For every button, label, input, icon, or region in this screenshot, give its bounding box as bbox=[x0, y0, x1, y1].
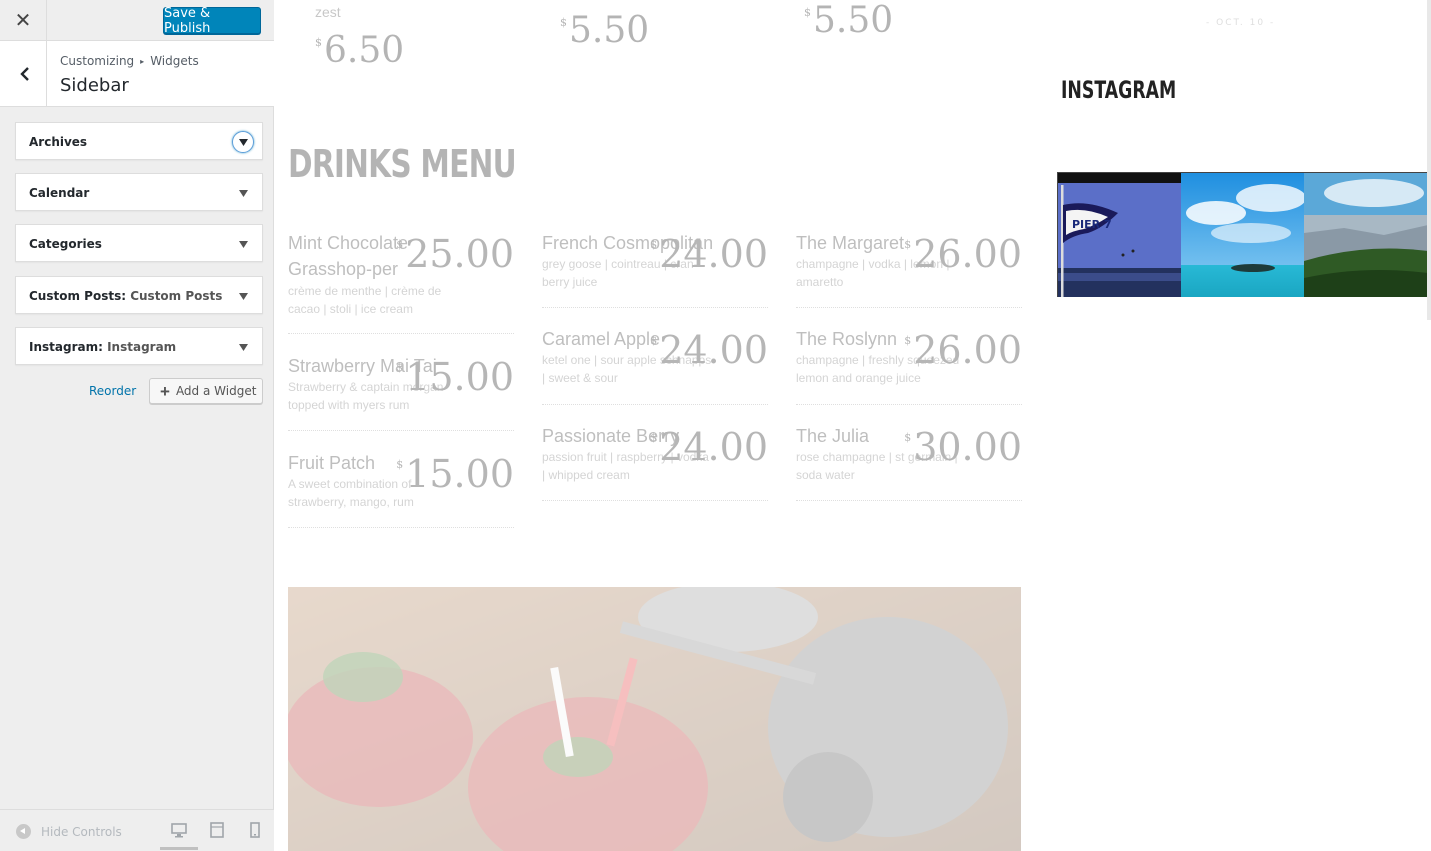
collapse-arrow-icon bbox=[16, 824, 31, 839]
add-widget-label: Add a Widget bbox=[175, 384, 257, 398]
preview-scrollbar[interactable] bbox=[1427, 0, 1431, 320]
item-price: $24.00 bbox=[650, 328, 768, 372]
widget-instagram[interactable]: Instagram: Instagram bbox=[15, 327, 263, 365]
section-header: Customizing ▸ Widgets Sidebar bbox=[0, 41, 274, 107]
widget-custom-posts[interactable]: Custom Posts: Custom Posts bbox=[15, 276, 263, 314]
menu-item: French Cosmopolitan grey goose | cointre… bbox=[542, 230, 768, 308]
menu-item: The Margaret champagne | vodka | lemon |… bbox=[796, 230, 1022, 308]
flag-text: PIER 7 bbox=[1072, 218, 1112, 231]
desktop-preview-icon[interactable] bbox=[171, 822, 187, 838]
item-price: $6.50 bbox=[315, 30, 405, 71]
instagram-photo[interactable] bbox=[1304, 173, 1427, 297]
hide-controls-label: Hide Controls bbox=[41, 824, 122, 839]
item-price: $30.00 bbox=[904, 425, 1022, 469]
widget-title: Categories bbox=[29, 237, 102, 251]
customizer-panel: ✕ Save & Publish Customizing ▸ Widgets S… bbox=[0, 0, 274, 851]
menu-item: Mint Chocolate Grasshop-per crème de men… bbox=[288, 230, 514, 334]
hide-controls-button[interactable]: Hide Controls bbox=[16, 824, 122, 839]
customizer-footer: Hide Controls bbox=[0, 809, 274, 851]
tablet-preview-icon[interactable] bbox=[209, 822, 225, 838]
expand-toggle-icon[interactable] bbox=[232, 131, 254, 153]
item-price: $5.50 bbox=[804, 0, 894, 41]
instagram-title: INSTAGRAM bbox=[1061, 76, 1177, 104]
menu-item: Fruit Patch A sweet combination of straw… bbox=[288, 450, 514, 528]
customizer-window: ✕ Save & Publish Customizing ▸ Widgets S… bbox=[0, 0, 1431, 851]
instagram-photo[interactable]: PIER 7 bbox=[1058, 173, 1181, 297]
widget-title: Instagram: Instagram bbox=[29, 340, 176, 354]
item-desc: zest bbox=[315, 4, 341, 20]
add-widget-button[interactable]: + Add a Widget bbox=[149, 378, 263, 404]
item-price: $25.00 bbox=[396, 232, 514, 276]
instagram-grid: PIER 7 bbox=[1057, 172, 1428, 297]
section-title: Sidebar bbox=[60, 75, 129, 96]
site-preview: zest $6.50 $5.50 $5.50 DRINKS MENU Mint … bbox=[274, 0, 1431, 851]
item-price: $26.00 bbox=[904, 328, 1022, 372]
widget-type: Custom Posts: bbox=[29, 289, 127, 303]
menu-item: The Julia rose champagne | st germain | … bbox=[796, 423, 1022, 501]
item-price: $24.00 bbox=[650, 232, 768, 276]
drinks-menu-title: DRINKS MENU bbox=[288, 142, 517, 186]
menu-item: The Roslynn champagne | freshly squeezed… bbox=[796, 326, 1022, 405]
item-price: $24.00 bbox=[650, 425, 768, 469]
breadcrumb: Customizing ▸ Widgets bbox=[60, 54, 199, 68]
back-button[interactable] bbox=[4, 41, 47, 106]
item-price: $15.00 bbox=[396, 355, 514, 399]
active-device-indicator bbox=[160, 847, 198, 850]
widget-instance-title: Custom Posts bbox=[130, 289, 223, 303]
menu-item: Passionate Berry passion fruit | raspber… bbox=[542, 423, 768, 501]
widget-title: Calendar bbox=[29, 186, 90, 200]
widget-archives[interactable]: Archives bbox=[15, 122, 263, 160]
widget-calendar[interactable]: Calendar bbox=[15, 173, 263, 211]
widget-categories[interactable]: Categories bbox=[15, 224, 263, 262]
breadcrumb-item: Customizing bbox=[60, 54, 135, 68]
breadcrumb-item: Widgets bbox=[150, 54, 199, 68]
save-publish-button[interactable]: Save & Publish bbox=[163, 6, 261, 36]
item-price: $15.00 bbox=[396, 452, 514, 496]
chevron-left-icon bbox=[20, 66, 29, 81]
mobile-preview-icon[interactable] bbox=[247, 822, 263, 838]
plus-icon: + bbox=[160, 381, 170, 401]
instagram-photo[interactable] bbox=[1181, 173, 1304, 297]
expand-toggle-icon[interactable] bbox=[232, 233, 254, 255]
menu-item: Caramel Apple ketel one | sour apple sch… bbox=[542, 326, 768, 405]
expand-toggle-icon[interactable] bbox=[232, 182, 254, 204]
menu-item: Strawberry Mai Tai Strawberry & captain … bbox=[288, 353, 514, 431]
widget-title: Archives bbox=[29, 135, 88, 149]
close-icon[interactable]: ✕ bbox=[0, 0, 47, 41]
widget-instance-title: Instagram bbox=[107, 340, 177, 354]
item-desc: crème de menthe | crème de cacao | stoli… bbox=[288, 284, 442, 316]
drinks-photo bbox=[288, 587, 1021, 851]
date-label: - OCT. 10 - bbox=[1206, 18, 1276, 28]
customizer-header: ✕ Save & Publish bbox=[0, 0, 274, 41]
item-price: $26.00 bbox=[904, 232, 1022, 276]
widget-type: Instagram: bbox=[29, 340, 103, 354]
item-price: $5.50 bbox=[560, 10, 650, 51]
expand-toggle-icon[interactable] bbox=[232, 285, 254, 307]
breadcrumb-separator: ▸ bbox=[140, 56, 145, 66]
reorder-link[interactable]: Reorder bbox=[89, 384, 136, 398]
widget-title: Custom Posts: Custom Posts bbox=[29, 289, 222, 303]
expand-toggle-icon[interactable] bbox=[232, 336, 254, 358]
